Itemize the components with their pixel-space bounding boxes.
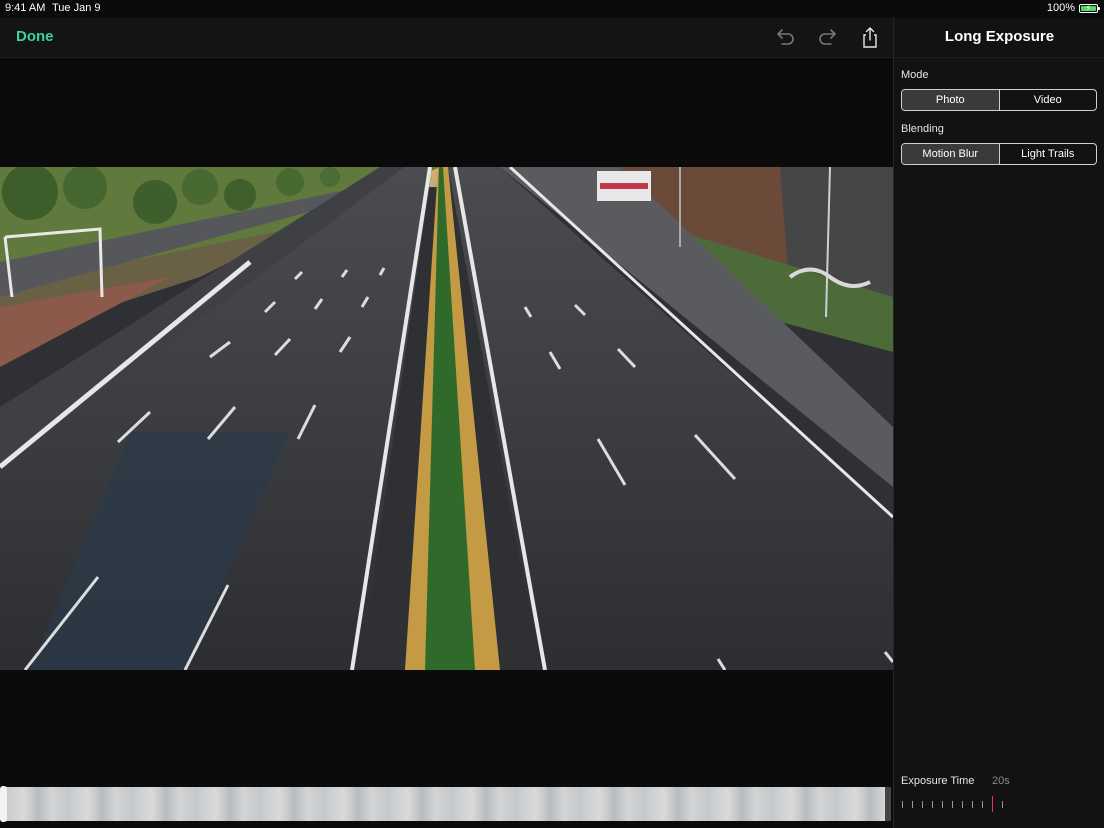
- blending-option-motion-blur[interactable]: Motion Blur: [902, 144, 999, 164]
- battery-percentage: 100%: [1046, 2, 1075, 14]
- slider-tick: [902, 801, 903, 808]
- photo-preview: [0, 167, 893, 670]
- slider-tick: [1002, 801, 1003, 808]
- highway-image: [0, 167, 893, 670]
- blending-label: Blending: [901, 123, 944, 135]
- slider-tick: [922, 801, 923, 808]
- timeline-scrubber[interactable]: [0, 786, 893, 822]
- undo-icon[interactable]: [772, 25, 798, 51]
- slider-tick: [972, 801, 973, 808]
- done-button[interactable]: Done: [16, 28, 54, 45]
- slider-tick: [932, 801, 933, 808]
- blending-option-light-trails[interactable]: Light Trails: [998, 144, 1097, 164]
- status-time: 9:41 AM: [5, 2, 46, 14]
- slider-tick: [962, 801, 963, 808]
- slider-current-marker[interactable]: [992, 796, 993, 812]
- slider-tick: [982, 801, 983, 808]
- share-icon[interactable]: [857, 25, 883, 51]
- exposure-time-value: 20s: [992, 775, 1010, 787]
- mode-option-photo[interactable]: Photo: [902, 90, 999, 110]
- slider-tick: [952, 801, 953, 808]
- long-exposure-panel: Long Exposure Mode Photo Video Blending …: [893, 18, 1104, 828]
- slider-tick: [942, 801, 943, 808]
- mode-label: Mode: [901, 69, 929, 81]
- blending-segmented-control: Motion Blur Light Trails: [901, 143, 1097, 165]
- redo-icon[interactable]: [815, 25, 841, 51]
- top-toolbar: Done: [0, 18, 893, 58]
- battery-icon: ⚡: [1079, 3, 1100, 13]
- panel-divider: [894, 57, 1104, 58]
- panel-title: Long Exposure: [944, 28, 1055, 45]
- status-date: Tue Jan 9: [52, 2, 101, 14]
- scrubber-handle[interactable]: [0, 786, 7, 822]
- filmstrip-frames[interactable]: [6, 787, 885, 821]
- mode-segmented-control: Photo Video: [901, 89, 1097, 111]
- filmstrip-end: [885, 787, 891, 821]
- exposure-time-label: Exposure Time: [901, 775, 975, 787]
- exposure-time-slider[interactable]: [901, 796, 1021, 812]
- slider-tick: [912, 801, 913, 808]
- status-bar: 9:41 AM Tue Jan 9 100% ⚡: [0, 0, 1104, 18]
- mode-option-video[interactable]: Video: [998, 90, 1097, 110]
